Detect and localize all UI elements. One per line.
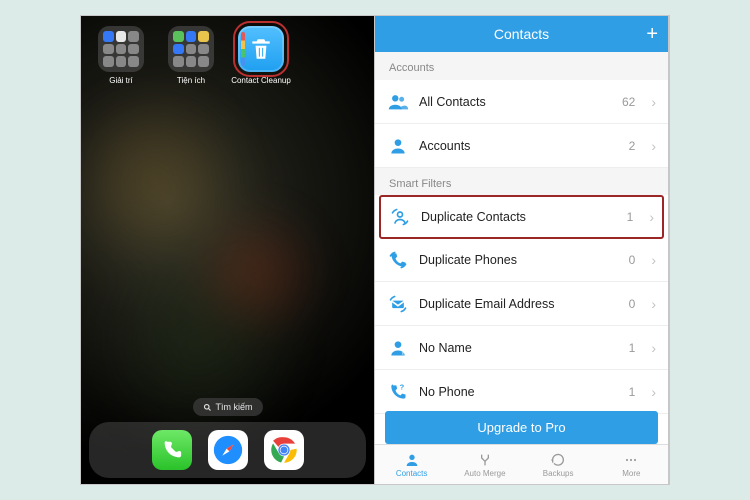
duplicate-email-icon	[387, 293, 409, 315]
more-tab-icon	[623, 452, 639, 468]
nav-title: Contacts	[494, 26, 549, 42]
svg-text:?: ?	[400, 382, 405, 391]
svg-text:?: ?	[401, 346, 406, 356]
row-duplicate-phones[interactable]: Duplicate Phones 0 ›	[375, 238, 668, 282]
backup-tab-icon	[550, 452, 566, 468]
tab-more[interactable]: More	[595, 445, 668, 484]
tab-bar: Contacts Auto Merge Backups More	[375, 444, 668, 484]
nav-bar: Contacts +	[375, 16, 668, 52]
row-no-name[interactable]: ? No Name 1 ›	[375, 326, 668, 370]
tutorial-frame: Giải trí Tiện ích Contact Cleanup	[80, 15, 670, 485]
app-contact-cleanup[interactable]: Contact Cleanup	[229, 26, 293, 85]
app-label: Contact Cleanup	[229, 76, 293, 85]
no-phone-icon: ?	[387, 381, 409, 403]
section-accounts-header: Accounts	[375, 52, 668, 80]
folder-label: Tiện ích	[159, 76, 223, 85]
content-scroll[interactable]: Accounts All Contacts 62 › Accounts 2 › …	[375, 52, 668, 484]
dock	[89, 422, 366, 478]
chevron-right-icon: ›	[651, 296, 656, 312]
chevron-right-icon: ›	[651, 94, 656, 110]
trash-icon	[238, 26, 284, 72]
chevron-right-icon: ›	[651, 384, 656, 400]
tab-contacts[interactable]: Contacts	[375, 445, 448, 484]
dock-phone-app[interactable]	[152, 430, 192, 470]
spotlight-search[interactable]: Tìm kiếm	[193, 398, 263, 416]
tab-automerge[interactable]: Auto Merge	[448, 445, 521, 484]
home-screen: Giải trí Tiện ích Contact Cleanup	[81, 16, 375, 484]
folder-entertainment[interactable]: Giải trí	[89, 26, 153, 85]
merge-tab-icon	[477, 452, 493, 468]
duplicate-phone-icon	[387, 249, 409, 271]
chevron-right-icon: ›	[651, 340, 656, 356]
chevron-right-icon: ›	[651, 252, 656, 268]
no-name-icon: ?	[387, 337, 409, 359]
chrome-icon	[267, 433, 301, 467]
chevron-right-icon: ›	[651, 138, 656, 154]
contacts-app: Contacts + Accounts All Contacts 62 › Ac…	[375, 16, 669, 484]
person-icon	[387, 135, 409, 157]
row-accounts[interactable]: Accounts 2 ›	[375, 124, 668, 168]
folder-utilities[interactable]: Tiện ích	[159, 26, 223, 85]
search-label: Tìm kiếm	[216, 402, 253, 412]
upgrade-button[interactable]: Upgrade to Pro	[385, 411, 658, 444]
people-icon	[387, 91, 409, 113]
tab-backups[interactable]: Backups	[522, 445, 595, 484]
phone-icon	[161, 439, 183, 461]
row-duplicate-email[interactable]: Duplicate Email Address 0 ›	[375, 282, 668, 326]
home-apps-row: Giải trí Tiện ích Contact Cleanup	[81, 26, 374, 85]
chevron-right-icon: ›	[649, 209, 654, 225]
folder-label: Giải trí	[89, 76, 153, 85]
row-no-phone[interactable]: ? No Phone 1 ›	[375, 370, 668, 414]
row-all-contacts[interactable]: All Contacts 62 ›	[375, 80, 668, 124]
duplicate-contact-icon	[389, 206, 411, 228]
dock-chrome-app[interactable]	[264, 430, 304, 470]
row-duplicate-contacts[interactable]: Duplicate Contacts 1 ›	[379, 195, 664, 239]
contacts-tab-icon	[404, 452, 420, 468]
dock-safari-app[interactable]	[208, 430, 248, 470]
section-smart-header: Smart Filters	[375, 168, 668, 196]
search-icon	[203, 403, 212, 412]
safari-icon	[211, 433, 245, 467]
add-contact-button[interactable]: +	[646, 23, 658, 46]
